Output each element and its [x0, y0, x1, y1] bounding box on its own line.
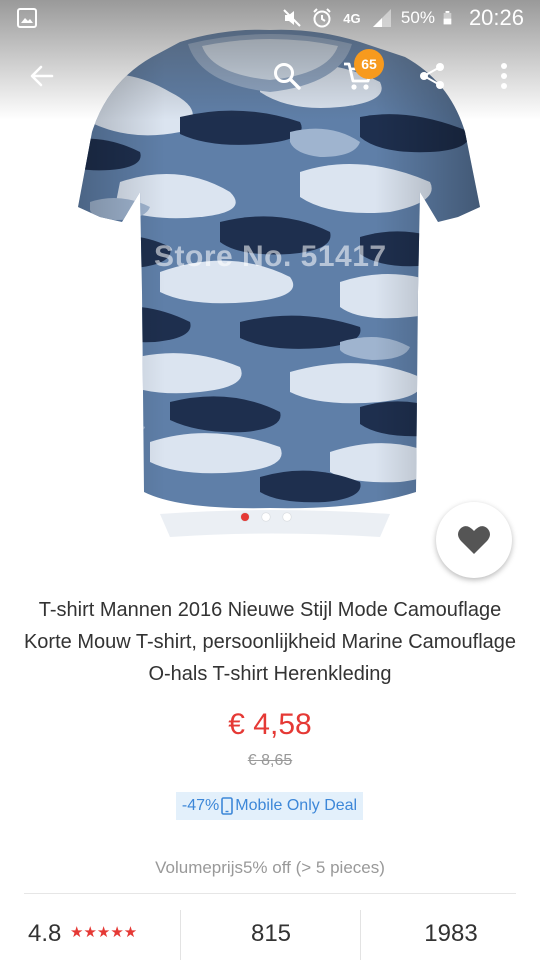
mobile-deal-badge: -47% Mobile Only Deal: [176, 792, 363, 820]
wishes-stat[interactable]: 1983: [360, 910, 540, 960]
orders-stat[interactable]: 815: [180, 910, 361, 960]
phone-icon: [221, 797, 234, 815]
pager-dot[interactable]: [283, 513, 291, 521]
cart-count-badge: 65: [354, 49, 384, 79]
pager-dot[interactable]: [241, 513, 249, 521]
signal-icon: [372, 9, 391, 27]
current-price: € 4,58: [228, 708, 312, 741]
wishlist-button[interactable]: [436, 502, 512, 578]
search-button[interactable]: [265, 54, 309, 98]
share-button[interactable]: [410, 54, 454, 98]
action-bar: 65: [0, 44, 540, 108]
image-pager: [241, 513, 291, 521]
mute-icon: [283, 9, 301, 27]
more-options-button[interactable]: [482, 54, 526, 98]
network-type: 4G: [343, 10, 361, 26]
rating-value: 4.8: [28, 920, 62, 947]
divider: [24, 893, 516, 894]
alarm-icon: [313, 8, 331, 28]
orders-count: 815: [250, 920, 292, 947]
wishes-count: 1983: [424, 920, 478, 947]
deal-text: Mobile Only Deal: [235, 797, 358, 814]
back-arrow-icon: [30, 65, 54, 87]
back-button[interactable]: [20, 54, 64, 98]
product-title: T-shirt Mannen 2016 Nieuwe Stijl Mode Ca…: [23, 599, 517, 685]
share-icon: [420, 63, 444, 89]
clock: 20:26: [468, 5, 524, 30]
more-vert-icon: [501, 63, 507, 89]
rating-stat[interactable]: 4.8 ★★★★★: [0, 910, 180, 960]
pager-dot[interactable]: [262, 513, 270, 521]
status-bar: 4G 50% 20:26: [0, 0, 540, 36]
gallery-icon: [17, 8, 37, 28]
battery-icon: [443, 11, 452, 25]
rating-stars: ★★★★★: [70, 924, 138, 941]
volume-pricing[interactable]: Volumeprijs5% off (> 5 pieces): [0, 858, 540, 878]
original-price: € 8,65: [247, 752, 293, 769]
search-icon: [274, 63, 301, 90]
heart-icon: [458, 526, 490, 554]
deal-discount: -47%: [181, 797, 220, 814]
image-watermark: Store No. 51417: [154, 240, 387, 273]
stats-row: 4.8 ★★★★★ 815 1983: [0, 910, 540, 960]
battery-percent: 50%: [400, 8, 435, 27]
